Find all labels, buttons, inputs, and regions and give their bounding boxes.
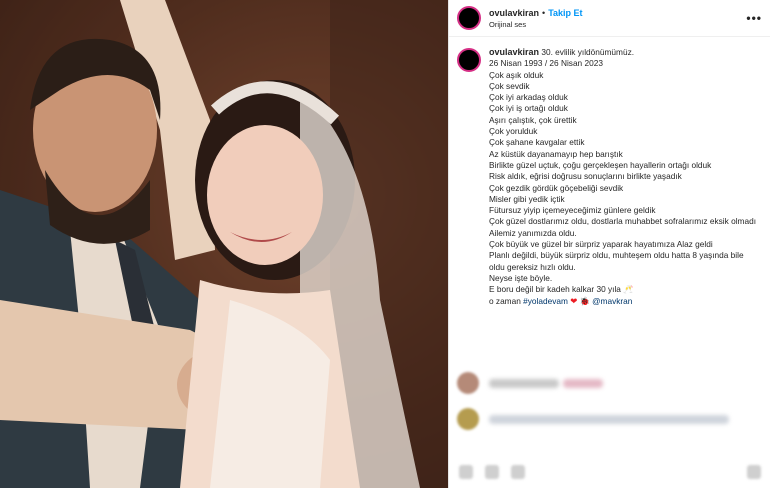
caption-line: Çok şahane kavgalar ettik <box>489 137 585 148</box>
caption-line: Ailemiz yanımızda oldu. <box>489 227 577 238</box>
hashtag-link[interactable]: #yoladevam <box>523 296 568 306</box>
caption-line: Az küstük dayanamayıp hep barıştık <box>489 148 623 159</box>
caption-line: Çok sevdik <box>489 80 530 91</box>
like-icon[interactable] <box>459 464 473 479</box>
share-icon[interactable] <box>511 464 525 479</box>
comment-icon[interactable] <box>485 464 499 479</box>
comments-list <box>449 368 770 434</box>
comment-item[interactable] <box>449 368 770 398</box>
caption-line: Çok güzel dostlarımız oldu, dostlarla mu… <box>489 216 756 227</box>
caption-title: 30. evlilik yıldönümümüz. <box>539 47 635 57</box>
caption-line: Çok aşık olduk <box>489 69 544 80</box>
save-icon[interactable] <box>747 464 761 479</box>
caption-line: Aşırı çalıştık, çok ürettik <box>489 114 577 125</box>
caption-first-line: ovulavkiran 30. evlilik yıldönümümüz. <box>489 47 759 58</box>
wedding-photo-illustration <box>0 0 448 488</box>
caption-line: 26 Nisan 1993 / 26 Nisan 2023 <box>489 58 603 69</box>
author-info: ovulavkiran • Takip Et Orijinal ses <box>489 6 583 30</box>
caption-prefix: o zaman <box>489 295 524 306</box>
heart-emoji: ❤ <box>570 295 578 306</box>
comment-blurred-emoji <box>563 378 603 388</box>
author-username[interactable]: ovulavkiran <box>489 8 539 18</box>
commenter-avatar[interactable] <box>457 408 479 430</box>
caption-line: Çok gezdik gördük göçebeliği sevdik <box>489 182 624 193</box>
follow-button[interactable]: Takip Et <box>548 8 582 18</box>
caption-line: Risk aldık, eğrisi doğrusu sonuçlarını b… <box>489 171 682 182</box>
caption-line: E boru değil bir kadeh kalkar 30 yıla 🥂 <box>489 284 634 295</box>
post-actions <box>449 455 770 488</box>
author-avatar[interactable] <box>457 6 481 30</box>
caption-last-line: o zaman #yoladevam ❤ 🐞 @mavkran <box>489 296 759 307</box>
caption-body: ovulavkiran 30. evlilik yıldönümümüz. 26… <box>489 47 759 307</box>
caption-line: Fütursuz yiyip içemeyeceğimiz günlere ge… <box>489 205 656 216</box>
mention-link[interactable]: @mavkran <box>592 296 632 306</box>
post-header: ovulavkiran • Takip Et Orijinal ses ••• <box>449 0 770 37</box>
more-options-icon[interactable]: ••• <box>746 11 762 25</box>
post-photo[interactable] <box>0 0 448 488</box>
ladybug-emoji: 🐞 <box>579 295 590 306</box>
caption-line: Neyse işte böyle. <box>489 272 553 283</box>
audio-label[interactable]: Orijinal ses <box>489 19 583 30</box>
commenter-avatar[interactable] <box>457 372 479 394</box>
comment-blurred-text <box>489 378 559 388</box>
comment-item[interactable] <box>449 404 770 434</box>
caption-line: Planlı değildi, büyük sürpriz oldu, muht… <box>489 250 744 272</box>
caption-avatar[interactable] <box>457 48 481 72</box>
caption-line: Misler gibi yedik içtik <box>489 193 565 204</box>
caption-line: Çok büyük ve güzel bir sürpriz yaparak h… <box>489 239 713 250</box>
separator-dot: • <box>542 8 546 18</box>
caption-username[interactable]: ovulavkiran <box>489 47 539 57</box>
comment-blurred-text <box>489 414 729 424</box>
caption-line: Birlikte güzel uçtuk, çoğu gerçekleşen h… <box>489 159 712 170</box>
caption-line: Çok yorulduk <box>489 126 538 137</box>
caption: ovulavkiran 30. evlilik yıldönümümüz. 26… <box>449 37 770 307</box>
caption-line: Çok iyi iş ortağı olduk <box>489 103 568 114</box>
post-side-panel: ovulavkiran • Takip Et Orijinal ses ••• ov… <box>448 0 770 488</box>
caption-line: Çok iyi arkadaş olduk <box>489 92 568 103</box>
